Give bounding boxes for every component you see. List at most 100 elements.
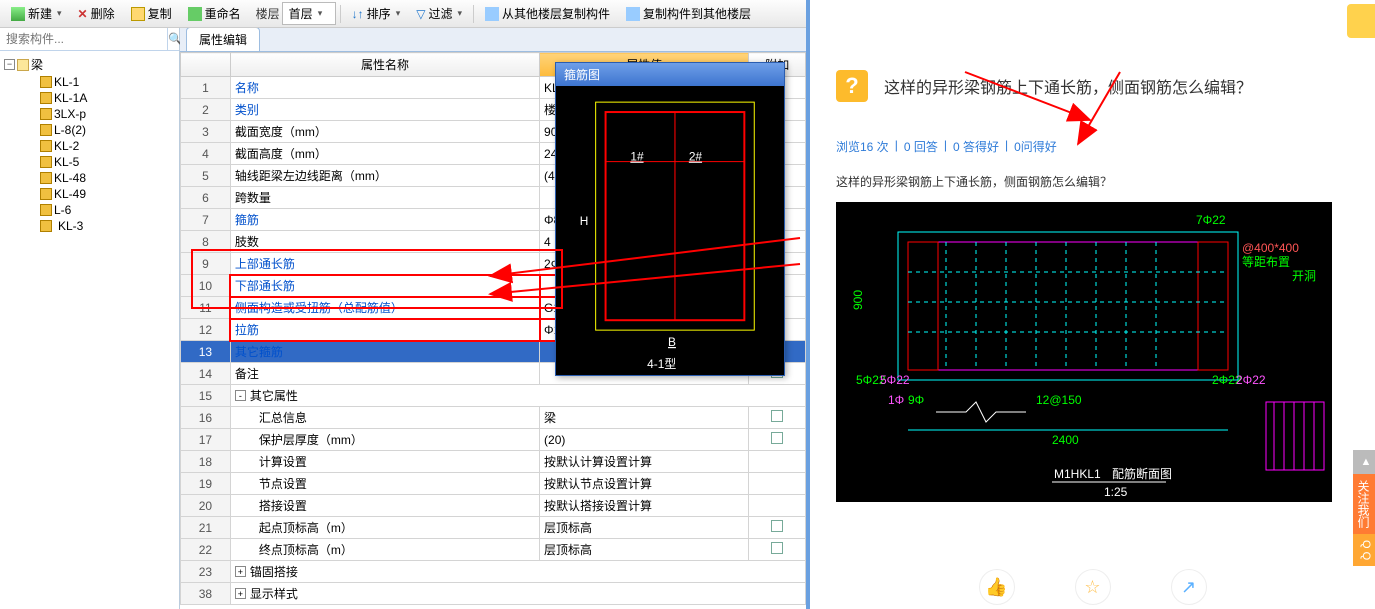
grid-row[interactable]: 17保护层厚度（mm）(20)	[181, 429, 806, 451]
tab-property-edit[interactable]: 属性编辑	[186, 28, 260, 51]
col-name: 属性名称	[230, 53, 539, 77]
meta-good-answer[interactable]: 0 答得好	[953, 138, 999, 155]
question-title: 这样的异形梁钢筋上下通长筋，侧面钢筋怎么编辑？	[884, 74, 1252, 98]
svg-text:B: B	[668, 335, 676, 349]
grid-row[interactable]: 19节点设置按默认节点设置计算	[181, 473, 806, 495]
svg-text:2Φ22: 2Φ22	[1236, 373, 1266, 387]
svg-text:2400: 2400	[1052, 433, 1079, 447]
checkbox[interactable]	[771, 410, 783, 422]
stirrup-diagram-window[interactable]: 箍筋图 1# 2# H B 4-1型	[555, 62, 785, 376]
meta-answers[interactable]: 0 回答	[904, 138, 938, 155]
tree-item[interactable]: L-8(2)	[2, 122, 177, 138]
svg-text:开洞: 开洞	[1292, 269, 1316, 283]
beam-icon	[40, 204, 52, 216]
svg-text:@400*400: @400*400	[1242, 241, 1299, 255]
qa-panel: ? 这样的异形梁钢筋上下通长筋，侧面钢筋怎么编辑？ 浏览16 次| 0 回答| …	[810, 0, 1375, 609]
tree-item[interactable]: KL-1A	[2, 90, 177, 106]
like-button[interactable]: 👍	[979, 569, 1015, 605]
grid-row[interactable]: 16汇总信息梁	[181, 407, 806, 429]
tree-root[interactable]: −梁	[2, 55, 177, 74]
beam-icon	[40, 188, 52, 200]
tree-item[interactable]: KL-1	[2, 74, 177, 90]
expand-icon[interactable]: +	[235, 588, 246, 599]
side-tab-qq[interactable]: Q Q	[1353, 534, 1375, 566]
floor-select[interactable]: 首层▾	[282, 2, 336, 25]
favorite-button[interactable]: ☆	[1075, 569, 1111, 605]
beam-icon	[40, 108, 52, 120]
svg-text:配筋断面图: 配筋断面图	[1112, 466, 1172, 481]
tree-item[interactable]: KL-49	[2, 186, 177, 202]
new-button[interactable]: 新建▾	[4, 2, 69, 25]
rename-icon	[188, 7, 202, 21]
tree-item[interactable]: L-6	[2, 202, 177, 218]
search-input[interactable]	[0, 28, 167, 50]
col-rownum	[181, 53, 231, 77]
floor-label: 楼层	[256, 5, 280, 22]
beam-icon	[40, 140, 52, 152]
filter-icon: ▽	[416, 7, 425, 21]
svg-text:1Φ: 1Φ	[888, 393, 904, 407]
copy-from-button[interactable]: 从其他楼层复制构件	[478, 2, 617, 25]
cad-drawing: 7Φ22 @400*400 等距布置 开洞 900 5Φ22 5Φ22 2Φ22…	[836, 202, 1332, 502]
beam-icon	[40, 124, 52, 136]
checkbox[interactable]	[771, 520, 783, 532]
action-bar: 👍 ☆ ↗	[810, 565, 1375, 609]
grid-row[interactable]: 15-其它属性	[181, 385, 806, 407]
expand-icon[interactable]: +	[235, 566, 246, 577]
copy-button[interactable]: 复制	[124, 2, 179, 25]
svg-text:1#: 1#	[630, 150, 644, 164]
checkbox[interactable]	[771, 542, 783, 554]
svg-text:2#: 2#	[689, 150, 703, 164]
tree-item[interactable]: KL-5	[2, 154, 177, 170]
left-pane: 新建▾ ✕删除 复制 重命名 楼层 首层▾ ↓↑排序▾ ▽过滤▾ 从其他楼层复制…	[0, 0, 810, 609]
folder-icon	[17, 59, 29, 71]
question-body: 这样的异形梁钢筋上下通长筋，侧面钢筋怎么编辑？	[836, 173, 1349, 190]
svg-text:5Φ22: 5Φ22	[880, 373, 910, 387]
toolbar: 新建▾ ✕删除 复制 重命名 楼层 首层▾ ↓↑排序▾ ▽过滤▾ 从其他楼层复制…	[0, 0, 806, 28]
svg-text:等距布置: 等距布置	[1242, 255, 1290, 269]
copy-to-button[interactable]: 复制构件到其他楼层	[619, 2, 758, 25]
grid-row[interactable]: 18计算设置按默认计算设置计算	[181, 451, 806, 473]
svg-text:1:25: 1:25	[1104, 485, 1128, 499]
beam-icon	[40, 220, 52, 232]
window-title: 箍筋图	[556, 63, 784, 86]
rename-button[interactable]: 重命名	[181, 2, 248, 25]
side-tab-follow[interactable]: 关注我们	[1353, 474, 1375, 534]
sort-icon: ↓↑	[352, 7, 364, 21]
delete-icon: ✕	[78, 7, 88, 21]
delete-button[interactable]: ✕删除	[71, 2, 122, 25]
tree-item[interactable]: KL-48	[2, 170, 177, 186]
svg-text:4-1型: 4-1型	[647, 357, 676, 371]
svg-text:H: H	[580, 214, 589, 228]
stirrup-diagram: 1# 2# H B 4-1型	[556, 86, 784, 376]
grid-row[interactable]: 22终点顶标高（m）层顶标高	[181, 539, 806, 561]
svg-text:900: 900	[851, 290, 865, 310]
tree-item[interactable]: KL-3	[2, 218, 177, 234]
svg-text:M1HKL1: M1HKL1	[1054, 467, 1101, 481]
tree-item[interactable]: KL-2	[2, 138, 177, 154]
question-meta: 浏览16 次| 0 回答| 0 答得好| 0问得好	[836, 138, 1349, 155]
meta-views[interactable]: 浏览16 次	[836, 138, 889, 155]
svg-text:12@150: 12@150	[1036, 393, 1082, 407]
meta-good-question[interactable]: 0问得好	[1014, 138, 1057, 155]
grid-row[interactable]: 23+锚固搭接	[181, 561, 806, 583]
svg-text:7Φ22: 7Φ22	[1196, 213, 1226, 227]
bookmark-icon[interactable]	[1347, 4, 1375, 38]
side-tab-top[interactable]: ▲	[1353, 450, 1375, 474]
grid-row[interactable]: 21起点顶标高（m）层顶标高	[181, 517, 806, 539]
beam-icon	[40, 92, 52, 104]
tree-item[interactable]: 3LX-p	[2, 106, 177, 122]
sort-button[interactable]: ↓↑排序▾	[345, 2, 408, 25]
collapse-icon[interactable]: −	[4, 59, 15, 70]
expand-icon[interactable]: -	[235, 390, 246, 401]
new-icon	[11, 7, 25, 21]
filter-button[interactable]: ▽过滤▾	[409, 2, 469, 25]
share-button[interactable]: ↗	[1171, 569, 1207, 605]
component-tree[interactable]: −梁KL-1KL-1A3LX-pL-8(2)KL-2KL-5KL-48KL-49…	[0, 51, 179, 609]
checkbox[interactable]	[771, 432, 783, 444]
grid-row[interactable]: 38+显示样式	[181, 583, 806, 605]
grid-row[interactable]: 20搭接设置按默认搭接设置计算	[181, 495, 806, 517]
beam-icon	[40, 156, 52, 168]
tree-pane: 🔍 −梁KL-1KL-1A3LX-pL-8(2)KL-2KL-5KL-48KL-…	[0, 28, 180, 609]
beam-icon	[40, 172, 52, 184]
